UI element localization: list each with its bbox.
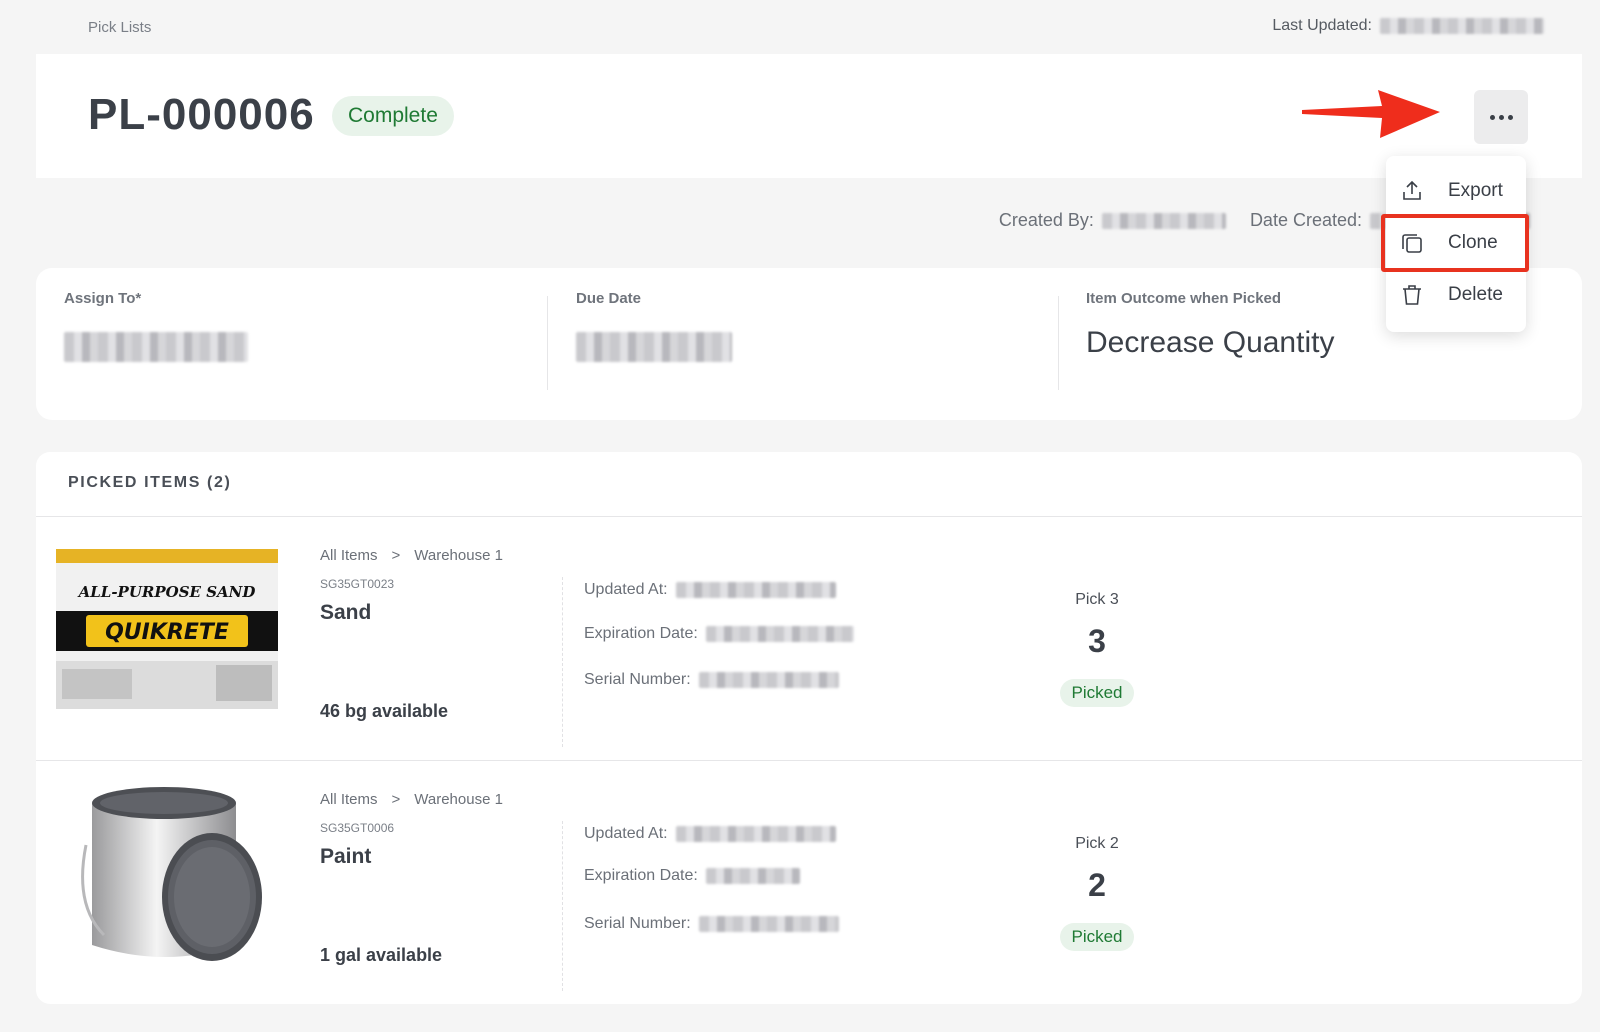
serial-number-value-redacted (698, 672, 839, 688)
menu-item-export[interactable]: Export (1386, 166, 1526, 216)
ellipsis-icon (1489, 114, 1513, 120)
menu-item-label: Export (1448, 180, 1503, 201)
paint-can-image (56, 785, 278, 961)
menu-item-label: Delete (1448, 284, 1503, 305)
updated-at-value-redacted (675, 582, 836, 598)
item-availability: 1 gal available (320, 945, 443, 965)
expiration-date-field: Expiration Date: (584, 625, 854, 643)
chevron-right-icon: > (391, 791, 401, 808)
assign-to-field[interactable]: Assign To* (36, 268, 546, 420)
annotation-arrow (1302, 90, 1440, 138)
pick-label: Pick 2 (1075, 835, 1119, 852)
pick-quantity: 2 (1088, 867, 1106, 903)
expiration-date-field: Expiration Date: (584, 867, 800, 885)
date-created-label: Date Created: (1249, 210, 1362, 230)
path-all-items[interactable]: All Items (320, 547, 378, 564)
image-text: QUIKRETE (105, 620, 229, 645)
item-name[interactable]: Sand (320, 601, 371, 625)
picked-status-badge: Picked (1060, 679, 1134, 707)
created-by-label: Created By: (998, 210, 1094, 230)
pick-list-info-card: Assign To* Due Date Item Outcome when Pi… (36, 268, 1582, 420)
due-date-label: Due Date (576, 290, 642, 307)
path-all-items[interactable]: All Items (320, 791, 378, 808)
created-by-value-redacted (1101, 212, 1226, 229)
path-warehouse[interactable]: Warehouse 1 (414, 791, 503, 808)
item-availability: 46 bg available (320, 701, 449, 721)
assign-to-label: Assign To* (64, 290, 142, 307)
more-actions-button[interactable] (1474, 90, 1528, 144)
status-badge: Complete (332, 96, 454, 136)
export-icon (1403, 180, 1421, 200)
picked-items-header: PICKED ITEMS (2) (68, 474, 232, 491)
expiration-date-value-redacted (705, 626, 854, 642)
due-date-field[interactable]: Due Date (548, 268, 1058, 420)
trash-icon (1403, 285, 1421, 305)
due-date-value-redacted (576, 332, 732, 362)
serial-number-label: Serial Number: (584, 671, 691, 688)
divider (562, 577, 563, 747)
path-warehouse[interactable]: Warehouse 1 (414, 547, 503, 564)
item-location-path[interactable]: All Items > Warehouse 1 (320, 791, 503, 808)
outcome-value: Decrease Quantity (1086, 326, 1335, 359)
serial-number-field: Serial Number: (584, 915, 839, 933)
last-updated-value-redacted (1380, 18, 1544, 34)
sand-bag-image: ALL-PURPOSE SAND QUIKRETE (56, 541, 278, 717)
chevron-right-icon: > (391, 547, 401, 564)
top-bar: Pick Lists Last Updated: (0, 0, 1600, 54)
item-name[interactable]: Paint (320, 845, 371, 869)
picked-item-row[interactable]: All Items > Warehouse 1 SG35GT0006 Paint… (36, 761, 1582, 1005)
menu-item-label: Clone (1448, 232, 1498, 253)
last-updated-label: Last Updated: (1272, 17, 1372, 34)
expiration-date-value-redacted (705, 868, 800, 884)
expiration-date-label: Expiration Date: (584, 867, 698, 884)
outcome-label: Item Outcome when Picked (1086, 290, 1282, 307)
updated-at-label: Updated At: (584, 581, 668, 598)
menu-item-clone[interactable]: Clone (1386, 218, 1526, 268)
menu-item-delete[interactable]: Delete (1386, 270, 1526, 320)
pick-label: Pick 3 (1075, 591, 1119, 608)
updated-at-field: Updated At: (584, 825, 836, 843)
last-updated: Last Updated: (1272, 17, 1544, 35)
pick-quantity: 3 (1088, 623, 1106, 659)
picked-status-badge: Picked (1060, 923, 1134, 951)
picked-item-row[interactable]: ALL-PURPOSE SAND QUIKRETE All Items > Wa… (36, 517, 1582, 761)
serial-number-value-redacted (698, 916, 839, 932)
clone-icon (1402, 234, 1422, 253)
serial-number-field: Serial Number: (584, 671, 839, 689)
expiration-date-label: Expiration Date: (584, 625, 698, 642)
breadcrumb[interactable]: Pick Lists (88, 19, 151, 36)
page-title: PL-000006 (88, 90, 315, 139)
image-text: ALL-PURPOSE SAND (77, 583, 256, 601)
updated-at-field: Updated At: (584, 581, 836, 599)
actions-dropdown-menu: Export Clone Delete (1386, 156, 1526, 332)
divider (562, 821, 563, 991)
item-sku: SG35GT0023 (320, 577, 395, 591)
updated-at-value-redacted (675, 826, 836, 842)
serial-number-label: Serial Number: (584, 915, 691, 932)
assign-to-value-redacted (64, 332, 248, 362)
item-location-path[interactable]: All Items > Warehouse 1 (320, 547, 503, 564)
updated-at-label: Updated At: (584, 825, 668, 842)
item-sku: SG35GT0006 (320, 821, 395, 835)
picked-items-card: PICKED ITEMS (2) ALL-PURPOSE SAND QUIKRE… (36, 452, 1582, 1004)
